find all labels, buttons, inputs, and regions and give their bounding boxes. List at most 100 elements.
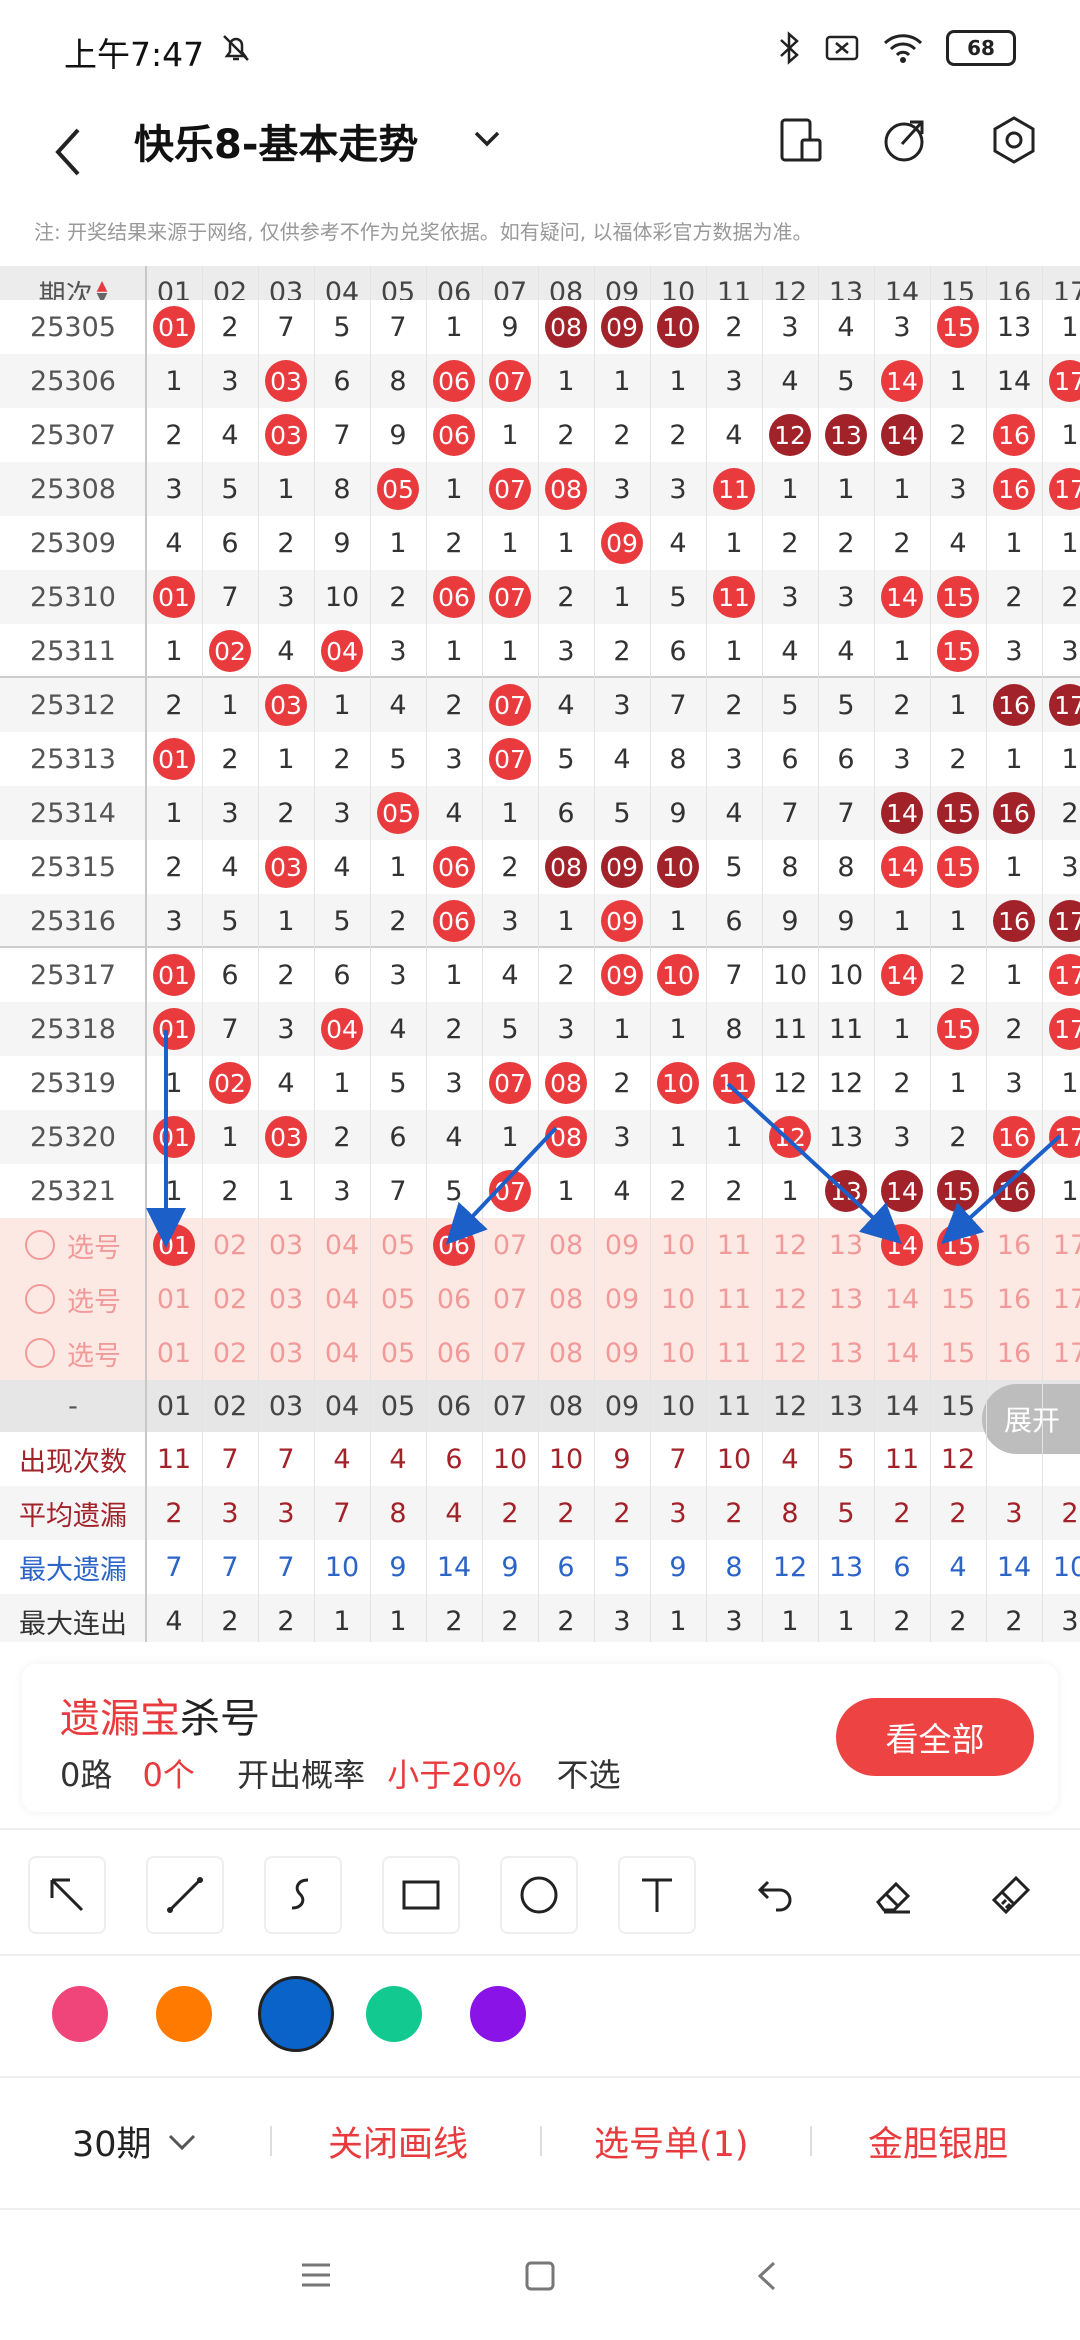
pick-number[interactable]: 02 [202, 1218, 258, 1272]
gold-silver-button[interactable]: 金胆银胆 [868, 2116, 1008, 2167]
pick-row-label[interactable]: 选号 [0, 1218, 146, 1272]
back-icon[interactable] [752, 2258, 782, 2294]
pick-number[interactable]: 11 [706, 1218, 762, 1272]
text-tool-icon[interactable] [618, 1856, 696, 1934]
clear-icon[interactable] [972, 1856, 1050, 1934]
chevron-down-icon[interactable] [166, 2130, 198, 2154]
pick-number[interactable]: 14 [874, 1326, 930, 1380]
pick-number[interactable]: 16 [986, 1326, 1042, 1380]
color-swatch[interactable] [258, 1976, 334, 2052]
page-title[interactable]: 快乐8-基本走势 [134, 112, 418, 170]
pick-number[interactable]: 05 [370, 1272, 426, 1326]
trend-cell: 14 [874, 1164, 930, 1218]
pick-number[interactable]: 10 [650, 1218, 706, 1272]
pick-number[interactable]: 08 [538, 1218, 594, 1272]
pick-number[interactable]: 17 [1042, 1326, 1080, 1380]
eraser-icon[interactable] [854, 1856, 932, 1934]
trend-cell: 5 [762, 678, 818, 732]
settings-hexagon-icon[interactable] [988, 114, 1040, 166]
pick-number[interactable]: 04 [314, 1272, 370, 1326]
pick-row-label[interactable]: 选号 [0, 1326, 146, 1380]
trend-cell: 1 [426, 462, 482, 516]
selected-pick-ball[interactable]: 06 [433, 1224, 475, 1266]
pick-number[interactable]: 10 [650, 1326, 706, 1380]
home-square-icon[interactable] [522, 2258, 558, 2294]
pick-number[interactable]: 14 [874, 1218, 930, 1272]
pick-number[interactable]: 06 [426, 1218, 482, 1272]
trend-cell: 15 [930, 300, 986, 354]
pick-number[interactable]: 13 [818, 1218, 874, 1272]
pick-number[interactable]: 02 [202, 1272, 258, 1326]
view-all-button[interactable]: 看全部 [836, 1698, 1034, 1776]
radio-circle-icon[interactable] [25, 1338, 55, 1368]
pick-number[interactable]: 06 [426, 1326, 482, 1380]
rectangle-tool-icon[interactable] [382, 1856, 460, 1934]
arrow-tool-icon[interactable] [28, 1856, 106, 1934]
pick-number[interactable]: 04 [314, 1326, 370, 1380]
stats-value: 2 [538, 1594, 594, 1642]
share-icon[interactable] [878, 114, 930, 166]
line-tool-icon[interactable] [146, 1856, 224, 1934]
pick-number[interactable]: 11 [706, 1326, 762, 1380]
selected-pick-ball[interactable]: 15 [937, 1224, 979, 1266]
pick-number[interactable]: 09 [594, 1272, 650, 1326]
pick-number[interactable]: 11 [706, 1272, 762, 1326]
pick-number[interactable]: 06 [426, 1272, 482, 1326]
selected-pick-ball[interactable]: 14 [881, 1224, 923, 1266]
color-swatch[interactable] [470, 1986, 526, 2042]
pick-number[interactable]: 02 [202, 1326, 258, 1380]
pick-number[interactable]: 08 [538, 1326, 594, 1380]
pick-number[interactable]: 01 [146, 1272, 202, 1326]
pick-number[interactable]: 16 [986, 1218, 1042, 1272]
pick-number[interactable]: 03 [258, 1218, 314, 1272]
selected-pick-ball[interactable]: 01 [153, 1224, 195, 1266]
expand-button[interactable]: 展开 [982, 1384, 1080, 1454]
pick-number[interactable]: 07 [482, 1218, 538, 1272]
curve-tool-icon[interactable] [264, 1856, 342, 1934]
drawn-number-ball: 08 [545, 1062, 587, 1104]
pick-number[interactable]: 07 [482, 1272, 538, 1326]
pick-number[interactable]: 15 [930, 1326, 986, 1380]
radio-circle-icon[interactable] [25, 1284, 55, 1314]
pick-number[interactable]: 01 [146, 1326, 202, 1380]
radio-circle-icon[interactable] [25, 1230, 55, 1260]
color-swatch[interactable] [366, 1986, 422, 2042]
pick-number[interactable]: 14 [874, 1272, 930, 1326]
color-swatch[interactable] [52, 1986, 108, 2042]
menu-icon[interactable] [298, 2260, 334, 2290]
trend-cell: 4 [650, 516, 706, 570]
pick-number[interactable]: 09 [594, 1218, 650, 1272]
pick-number[interactable]: 08 [538, 1272, 594, 1326]
pick-number[interactable]: 05 [370, 1218, 426, 1272]
pick-number[interactable]: 12 [762, 1218, 818, 1272]
pick-number[interactable]: 01 [146, 1218, 202, 1272]
period-selector[interactable]: 30期 [72, 2116, 152, 2167]
pick-number[interactable]: 13 [818, 1272, 874, 1326]
pick-row-label[interactable]: 选号 [0, 1272, 146, 1326]
pick-number[interactable]: 09 [594, 1326, 650, 1380]
pick-number[interactable]: 15 [930, 1272, 986, 1326]
pick-number[interactable]: 16 [986, 1272, 1042, 1326]
pick-number[interactable]: 12 [762, 1272, 818, 1326]
pick-number[interactable]: 10 [650, 1272, 706, 1326]
pick-number[interactable]: 03 [258, 1326, 314, 1380]
pick-number[interactable]: 17 [1042, 1218, 1080, 1272]
undo-icon[interactable] [736, 1856, 814, 1934]
close-lines-button[interactable]: 关闭画线 [328, 2116, 468, 2167]
circle-tool-icon[interactable] [500, 1856, 578, 1934]
pick-number[interactable]: 05 [370, 1326, 426, 1380]
pick-number[interactable]: 04 [314, 1218, 370, 1272]
pick-number[interactable]: 03 [258, 1272, 314, 1326]
color-swatch[interactable] [156, 1986, 212, 2042]
stats-column-header: 10 [650, 1380, 706, 1432]
pick-number[interactable]: 15 [930, 1218, 986, 1272]
pick-number[interactable]: 12 [762, 1326, 818, 1380]
pick-number[interactable]: 07 [482, 1326, 538, 1380]
pick-list-button[interactable]: 选号单(1) [594, 2116, 749, 2167]
pick-number[interactable]: 13 [818, 1326, 874, 1380]
trend-cell: 1 [482, 786, 538, 840]
chevron-down-icon[interactable] [470, 124, 504, 154]
back-arrow-icon[interactable] [44, 112, 94, 192]
screen-rotate-icon[interactable] [774, 114, 826, 166]
pick-number[interactable]: 17 [1042, 1272, 1080, 1326]
